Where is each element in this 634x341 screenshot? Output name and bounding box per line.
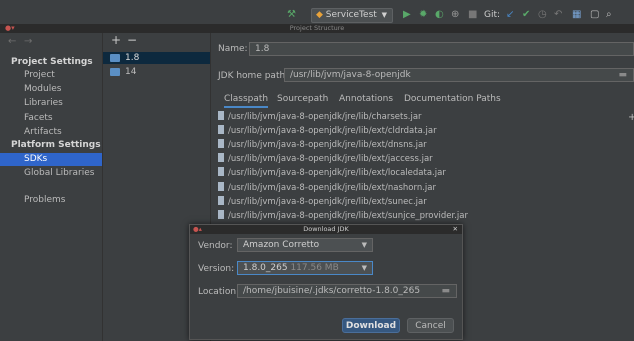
jar-icon [218,167,224,176]
version-size: 117.56 MB [290,263,339,273]
nav-item-global-libraries[interactable]: Global Libraries [0,167,102,180]
git-commit-icon[interactable]: ✔ [522,8,530,22]
tab-classpath[interactable]: Classpath [224,92,269,108]
rollback-icon[interactable]: ↶ [554,8,562,22]
nav-item-problems[interactable]: Problems [0,194,102,207]
project-structure-icon[interactable]: ▦ [572,8,581,22]
classpath-row[interactable]: /usr/lib/jvm/java-8-openjdk/jre/lib/ext/… [218,125,437,137]
settings-nav: ← → Project Settings Project Modules Lib… [0,33,103,341]
classpath-row[interactable]: /usr/lib/jvm/java-8-openjdk/jre/lib/char… [218,111,422,123]
classpath-path: /usr/lib/jvm/java-8-openjdk/jre/lib/ext/… [228,197,427,207]
close-icon[interactable]: ✕ [453,225,458,234]
sdk-item-label: 14 [125,67,137,77]
jar-icon [218,182,224,191]
version-label: Version: [198,264,235,274]
run-icon[interactable]: ▶ [403,8,411,22]
jdk-home-label: JDK home path: [218,71,289,81]
nav-item-project[interactable]: Project [0,69,102,82]
sdk-item-1-8[interactable]: 1.8 [103,52,210,64]
version-select[interactable]: 1.8.0_265 117.56 MB ▼ [237,261,373,275]
coverage-icon[interactable]: ◐ [435,8,444,22]
sdk-name-input[interactable]: 1.8 [249,42,634,56]
classpath-row[interactable]: /usr/lib/jvm/java-8-openjdk/jre/lib/ext/… [218,153,433,165]
git-label: Git: [484,10,501,20]
nav-item-libraries[interactable]: Libraries [0,97,102,110]
location-label: Location: [198,287,240,297]
classpath-row[interactable]: /usr/lib/jvm/java-8-openjdk/jre/lib/ext/… [218,210,468,222]
vendor-value: Amazon Corretto [243,240,320,250]
jar-icon [218,139,224,148]
back-arrow-icon[interactable]: ← [8,36,16,47]
main-toolbar: ⚒ ◆ ServiceTest ▼ ▶ ✹ ◐ ⊕ ■ Git: ↙ ✔ ◷ ↶… [0,0,634,24]
tab-documentation-paths[interactable]: Documentation Paths [404,92,501,106]
frame-icon[interactable]: ▢ [590,8,599,22]
jdk-home-path-value: /usr/lib/jvm/java-8-openjdk [290,70,411,80]
add-path-icon[interactable]: + [628,112,634,123]
download-jdk-dialog: ●▴ Download JDK ✕ Vendor: Amazon Corrett… [189,224,463,340]
tab-sourcepath[interactable]: Sourcepath [277,92,328,106]
jar-icon [218,196,224,205]
classpath-path: /usr/lib/jvm/java-8-openjdk/jre/lib/ext/… [228,126,437,136]
sdk-item-14[interactable]: 14 [103,66,210,78]
jar-icon [218,153,224,162]
project-settings-header: Project Settings [11,57,93,67]
jdk-home-path-input[interactable]: /usr/lib/jvm/java-8-openjdk ▬ [284,68,634,82]
location-input[interactable]: /home/jbuisine/.jdks/corretto-1.8.0_265 … [237,284,457,298]
classpath-path: /usr/lib/jvm/java-8-openjdk/jre/lib/char… [228,112,422,122]
jar-icon [218,111,224,120]
window-title: Project Structure [289,24,345,32]
remove-sdk-button[interactable]: − [127,33,137,47]
git-update-icon[interactable]: ↙ [506,8,514,22]
history-icon[interactable]: ◷ [538,8,547,22]
classpath-path: /usr/lib/jvm/java-8-openjdk/jre/lib/ext/… [228,168,446,178]
run-configuration-select[interactable]: ◆ ServiceTest ▼ [311,8,393,23]
name-label: Name: [218,44,248,54]
classpath-row[interactable]: /usr/lib/jvm/java-8-openjdk/jre/lib/ext/… [218,167,446,179]
build-hammer-icon[interactable]: ⚒ [287,8,296,22]
nav-item-modules[interactable]: Modules [0,83,102,96]
nav-item-facets[interactable]: Facets [0,112,102,125]
browse-folder-icon[interactable]: ▬ [618,69,627,81]
tab-annotations[interactable]: Annotations [339,92,393,106]
classpath-row[interactable]: /usr/lib/jvm/java-8-openjdk/jre/lib/ext/… [218,182,436,194]
folder-icon [110,54,120,62]
search-everywhere-icon[interactable]: ⌕ [606,8,612,22]
jar-icon [218,125,224,134]
chevron-down-icon: ▼ [361,241,367,249]
cancel-button[interactable]: Cancel [407,318,454,333]
vendor-select[interactable]: Amazon Corretto ▼ [237,238,373,252]
chevron-down-icon: ▼ [361,264,367,272]
classpath-row[interactable]: /usr/lib/jvm/java-8-openjdk/jre/lib/ext/… [218,139,427,151]
location-value: /home/jbuisine/.jdks/corretto-1.8.0_265 [243,286,421,296]
stop-icon[interactable]: ■ [468,8,477,22]
profile-icon[interactable]: ⊕ [451,8,459,22]
dialog-title: Download JDK [303,225,349,233]
classpath-path: /usr/lib/jvm/java-8-openjdk/jre/lib/ext/… [228,211,468,221]
download-button[interactable]: Download [342,318,400,333]
folder-icon [110,68,120,76]
debug-icon[interactable]: ✹ [419,8,427,22]
vendor-label: Vendor: [198,241,233,251]
nav-item-sdks[interactable]: SDKs [0,153,102,166]
dialog-title-bar: ●▴ Download JDK ✕ [190,225,462,234]
run-config-icon: ◆ [316,10,323,20]
app-menu-icon[interactable]: ●▴ [193,225,202,234]
nav-item-artifacts[interactable]: Artifacts [0,126,102,139]
classpath-path: /usr/lib/jvm/java-8-openjdk/jre/lib/ext/… [228,183,436,193]
chevron-down-icon: ▼ [381,11,387,19]
forward-arrow-icon[interactable]: → [24,36,32,47]
add-sdk-button[interactable]: + [111,33,121,47]
run-config-label: ServiceTest [325,10,377,20]
platform-settings-header: Platform Settings [11,140,101,150]
sdk-item-label: 1.8 [125,53,140,63]
jar-icon [218,210,224,219]
browse-folder-icon[interactable]: ▬ [441,285,450,297]
classpath-row[interactable]: /usr/lib/jvm/java-8-openjdk/jre/lib/ext/… [218,196,427,208]
classpath-path: /usr/lib/jvm/java-8-openjdk/jre/lib/ext/… [228,154,433,164]
version-value: 1.8.0_265 [243,263,288,273]
classpath-path: /usr/lib/jvm/java-8-openjdk/jre/lib/ext/… [228,140,427,150]
window-title-bar: ●▾ Project Structure [0,24,634,33]
